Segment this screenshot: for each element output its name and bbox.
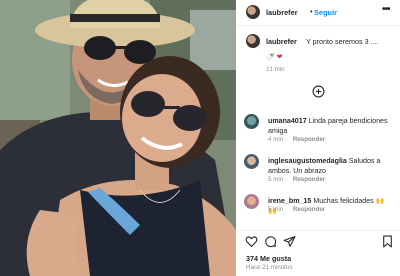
reply-button[interactable]: Responder [293, 176, 325, 183]
caption-timestamp: 21 min [266, 66, 285, 73]
commenter-username[interactable]: umana4017 [268, 117, 307, 125]
comment-meta: 5 min Responder [268, 176, 333, 183]
baby-bottle-emoji: 🍼 [266, 54, 275, 61]
comment-item: umana4017 Linda pareja bendiciones amiga… [236, 114, 400, 154]
commenter-avatar[interactable] [244, 114, 259, 129]
comment-item: irene_bm_15 Muchas felicidades 🙌 🙌 5 min… [236, 194, 400, 234]
commenter-username[interactable]: irene_bm_15 [268, 197, 311, 205]
post-header: laubrefer • Seguir ••• [236, 0, 400, 26]
action-bar [236, 230, 400, 250]
comment-body: inglesaugustomedaglia Saludos a ambos. U… [268, 156, 394, 176]
author-username[interactable]: laubrefer [266, 8, 298, 17]
more-options-icon[interactable]: ••• [382, 4, 390, 15]
caption-text: Y pronto seremos 3 .... [306, 37, 379, 46]
comment-body: umana4017 Linda pareja bendiciones amiga [268, 116, 394, 136]
caption-author-avatar[interactable] [246, 34, 260, 48]
commenter-username[interactable]: inglesaugustomedaglia [268, 157, 347, 165]
comment-item: inglesaugustomedaglia Saludos a ambos. U… [236, 154, 400, 194]
comment-time: 5 min [268, 206, 284, 213]
commenter-avatar[interactable] [244, 194, 259, 209]
commenter-avatar[interactable] [244, 154, 259, 169]
reply-button[interactable]: Responder [293, 206, 325, 213]
comment-meta: 5 min Responder [268, 206, 333, 213]
comment-icon[interactable] [264, 235, 277, 248]
plus-circle-icon[interactable] [312, 85, 325, 98]
reply-button[interactable]: Responder [293, 136, 325, 143]
comment-meta: 4 min Responder [268, 136, 333, 143]
caption-emojis: 🍼 ❤ [266, 53, 283, 61]
save-icon[interactable] [381, 235, 394, 248]
comment-time: 4 min [268, 136, 284, 143]
couple-selfie-image [0, 0, 236, 276]
separator-dot: • [310, 7, 313, 16]
heart-emoji: ❤ [276, 54, 283, 61]
follow-button[interactable]: Seguir [314, 8, 337, 17]
likes-count[interactable]: 374 Me gusta [246, 254, 291, 263]
post-photo [0, 0, 236, 276]
caption-username[interactable]: laubrefer [266, 37, 297, 46]
author-avatar[interactable] [246, 5, 260, 19]
heart-icon[interactable] [245, 235, 258, 248]
post-timestamp: Hace 21 minutos [246, 264, 293, 271]
share-icon[interactable] [283, 235, 296, 248]
post-side-panel: laubrefer • Seguir ••• laubrefer Y pront… [236, 0, 400, 276]
comment-time: 5 min [268, 176, 284, 183]
